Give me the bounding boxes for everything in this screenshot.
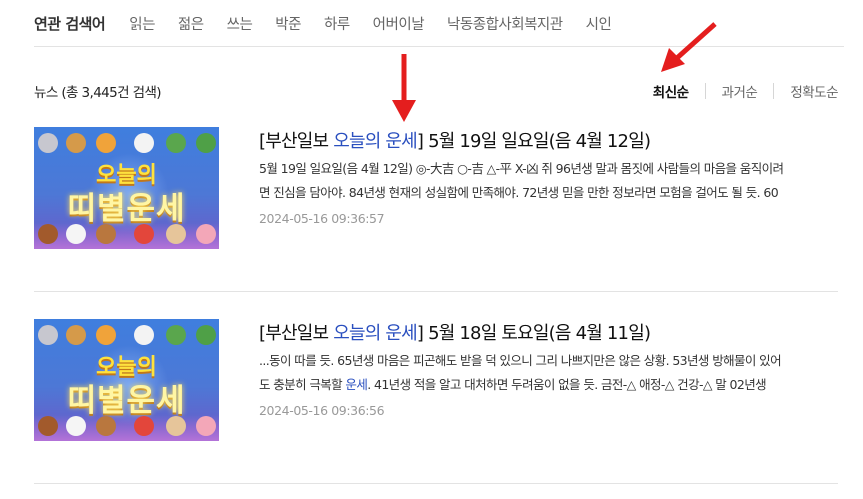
rabbit-icon [134,133,154,153]
news-title-highlight: 오늘의 운세 [333,131,418,152]
ox-icon [66,325,86,345]
tiger-icon [96,133,116,153]
horse-icon [38,224,58,244]
sort-latest-button[interactable]: 최신순 [653,81,689,101]
thumbnail-floor [34,223,219,249]
related-keyword[interactable]: 쓰는 [227,13,253,34]
news-snippet: ...동이 따를 듯. 65년생 마음은 피곤해도 받을 덕 있으니 그리 나쁘… [259,349,839,397]
dragon-icon [166,325,186,345]
news-snippet-highlight: 운세 [345,377,368,392]
pig-icon [196,416,216,436]
news-item: 오늘의 띠별운세 [부산일보 오늘의 운세] 5월 19일 일요일(음 4월 1… [34,127,838,292]
news-title-suffix: ] 5월 19일 일요일(음 4월 12일) [416,131,651,152]
news-snippet-line: 5월 19일 일요일(음 4월 12일) ◎-大吉 ○-吉 △-平 X-凶 쥐 … [259,161,784,176]
related-keyword[interactable]: 어버이날 [373,13,425,34]
news-snippet-line: 면 진심을 담아야. 84년생 현재의 성실함에 만족해야. 72년생 믿을 만… [259,185,779,200]
related-keywords-label: 연관 검색어 [34,14,106,33]
sort-accuracy-button[interactable]: 정확도순 [790,81,838,101]
sort-divider [773,83,775,99]
related-keyword[interactable]: 시인 [586,13,612,34]
news-thumbnail[interactable]: 오늘의 띠별운세 [34,127,219,249]
snake-icon [196,325,216,345]
news-snippet: 5월 19일 일요일(음 4월 12일) ◎-大吉 ○-吉 △-平 X-凶 쥐 … [259,157,839,205]
news-snippet-line: ...동이 따를 듯. 65년생 마음은 피곤해도 받을 덕 있으니 그리 나쁘… [259,353,782,368]
monkey-icon [96,416,116,436]
news-title-link[interactable]: [부산일보 오늘의 운세] 5월 18일 토요일(음 4월 11일) [259,319,651,345]
news-title-prefix: [부산일보 [259,323,334,344]
sort-divider [704,83,706,99]
horse-icon [38,416,58,436]
news-date: 2024-05-16 09:36:57 [259,211,385,226]
news-title-prefix: [부산일보 [259,131,334,152]
related-keyword[interactable]: 하루 [324,13,350,34]
news-snippet-part: . 41년생 적을 알고 대처하면 두려움이 없을 듯. 금전-△ 애정-△ 건… [367,377,767,392]
related-keyword[interactable]: 박준 [275,13,301,34]
results-count: 뉴스 (총 3,445건 검색) [34,85,162,101]
news-title-highlight: 오늘의 운세 [333,323,418,344]
news-thumbnail[interactable]: 오늘의 띠별운세 [34,319,219,441]
news-date: 2024-05-16 09:36:56 [259,403,385,418]
pig-icon [196,224,216,244]
dog-icon [166,416,186,436]
thumbnail-text-line2: 띠별운세 [67,191,186,227]
related-keyword[interactable]: 젊은 [178,13,204,34]
dog-icon [166,224,186,244]
snake-icon [196,133,216,153]
thumbnail-floor [34,415,219,441]
news-item: 오늘의 띠별운세 [부산일보 오늘의 운세] 5월 18일 토요일(음 4월 1… [34,319,838,484]
related-keywords-bar: 연관 검색어 읽는 젊은 쓰는 박준 하루 어버이날 낙동종합사회복지관 시인 [34,0,844,47]
news-title-suffix: ] 5월 18일 토요일(음 4월 11일) [416,323,651,344]
sheep-icon [66,416,86,436]
sort-oldest-button[interactable]: 과거순 [722,81,758,101]
news-snippet-part: 도 충분히 극복할 [259,377,346,392]
tiger-icon [96,325,116,345]
rooster-icon [134,416,154,436]
news-title-link[interactable]: [부산일보 오늘의 운세] 5월 19일 일요일(음 4월 12일) [259,127,651,153]
sheep-icon [66,224,86,244]
monkey-icon [96,224,116,244]
ox-icon [66,133,86,153]
related-keyword[interactable]: 낙동종합사회복지관 [447,13,563,34]
dragon-icon [166,133,186,153]
thumbnail-text-line2: 띠별운세 [67,383,186,419]
rat-icon [38,133,58,153]
sort-options: 최신순 과거순 정확도순 [653,81,838,101]
news-snippet-line: 도 충분히 극복할 운세. 41년생 적을 알고 대처하면 두려움이 없을 듯.… [259,373,839,397]
rooster-icon [134,224,154,244]
results-meta-row: 뉴스 (총 3,445건 검색) 최신순 과거순 정확도순 [34,80,838,102]
related-keyword[interactable]: 읽는 [129,13,155,34]
rabbit-icon [134,325,154,345]
rat-icon [38,325,58,345]
